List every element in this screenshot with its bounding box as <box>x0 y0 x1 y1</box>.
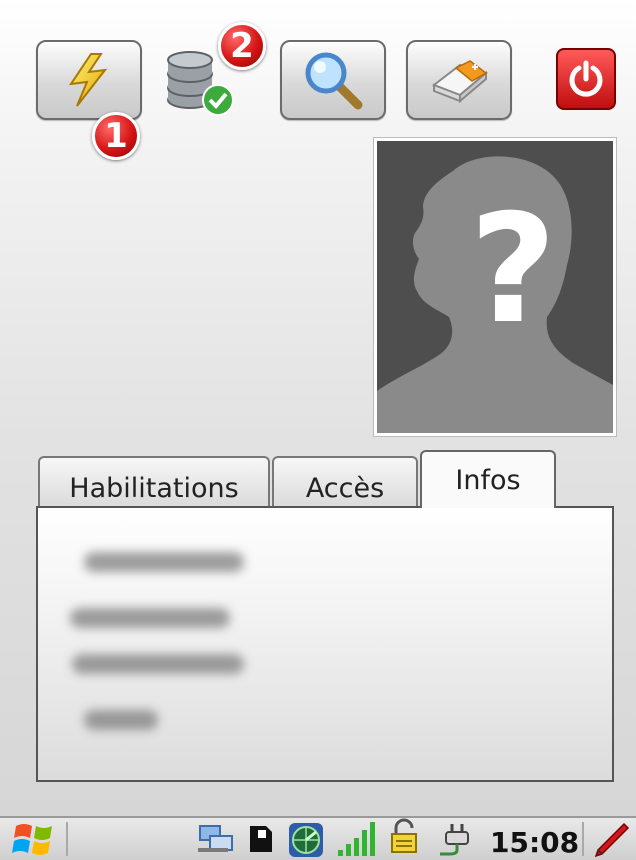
power-button[interactable] <box>556 48 616 110</box>
tab-infos-label: Infos <box>455 464 521 496</box>
taskbar-separator <box>66 822 68 856</box>
clock[interactable]: 15:08 <box>490 826 579 859</box>
step-badge-1: 1 <box>92 112 140 160</box>
tab-acces[interactable]: Accès <box>272 456 418 508</box>
redacted-field <box>84 710 158 730</box>
power-icon <box>569 60 603 97</box>
redacted-field <box>72 654 244 674</box>
tab-habilitations-label: Habilitations <box>69 473 239 504</box>
tray-radar[interactable] <box>288 822 324 858</box>
question-mark: ? <box>469 183 557 357</box>
signal-strength-icon <box>338 822 375 856</box>
taskbar-separator <box>582 822 584 856</box>
windows-flag-icon <box>12 824 52 855</box>
tab-habilitations[interactable]: Habilitations <box>38 456 270 508</box>
redacted-field <box>70 608 230 628</box>
radar-icon <box>289 823 323 857</box>
redacted-field <box>84 552 244 572</box>
tray-power[interactable] <box>436 820 476 858</box>
power-plug-icon <box>440 824 469 856</box>
eraser-icon <box>431 60 489 104</box>
lock-icon <box>391 818 417 853</box>
tab-infos[interactable]: Infos <box>420 450 556 508</box>
infos-panel <box>36 506 614 782</box>
taskbar: 15:08 <box>0 816 636 860</box>
lightning-icon <box>68 53 108 107</box>
tray-lock[interactable] <box>388 818 420 856</box>
sd-card-icon <box>250 826 272 852</box>
pen-icon <box>594 822 630 858</box>
network-sync-icon <box>198 825 233 852</box>
clear-button[interactable] <box>406 40 512 120</box>
search-button[interactable] <box>280 40 386 120</box>
start-button[interactable] <box>10 820 60 858</box>
tray-network[interactable] <box>196 824 236 854</box>
input-panel-button[interactable] <box>592 820 630 858</box>
tab-acces-label: Accès <box>305 473 385 504</box>
app-screen: 1 2 ? Habilitations Accès Infos 15:08 <box>0 0 636 860</box>
search-icon <box>305 52 363 110</box>
user-photo: ? <box>374 138 616 436</box>
step-badge-2: 2 <box>218 22 266 70</box>
connect-button[interactable] <box>36 40 142 120</box>
tray-storage[interactable] <box>248 824 274 854</box>
tray-signal[interactable] <box>336 820 380 858</box>
